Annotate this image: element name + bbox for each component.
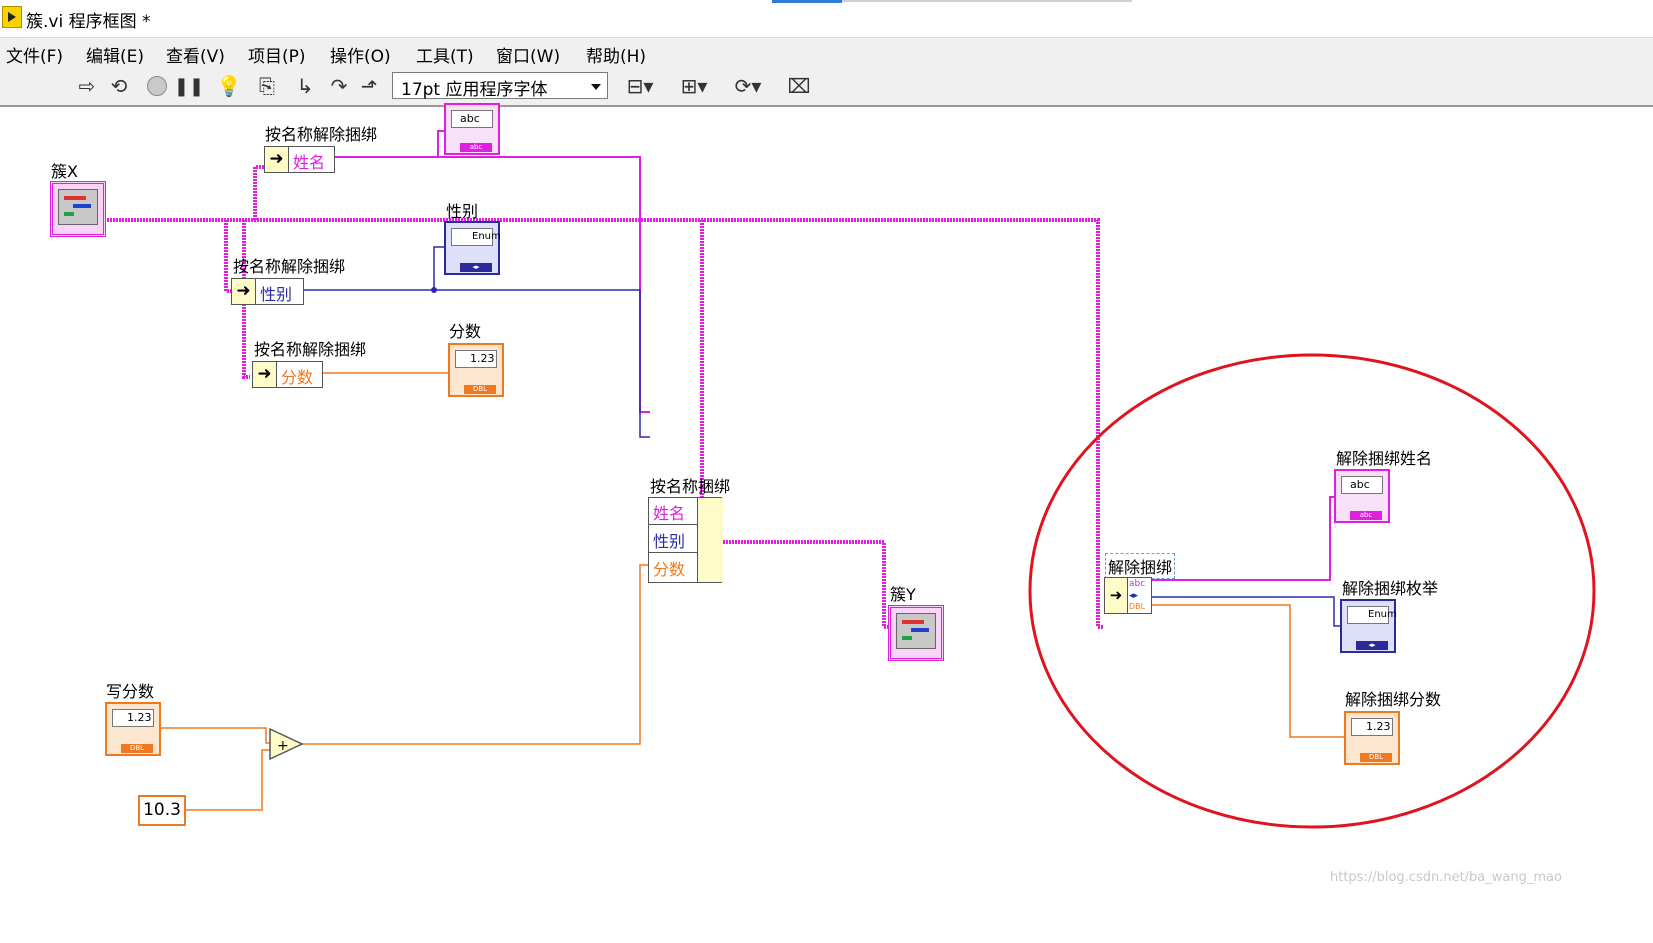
cluster-y-label: 簇Y <box>890 585 916 604</box>
unbundle-out-abc: abc <box>1129 579 1146 589</box>
cluster-x-control[interactable] <box>50 181 106 237</box>
dbl-tag: DBL <box>464 385 496 394</box>
abc-face: abc <box>1341 476 1383 494</box>
ubn2-label: 按名称解除捆绑 <box>233 257 346 276</box>
wire-layer: + <box>104 130 1596 829</box>
bundle-body <box>697 498 723 582</box>
bundle-field-name: 姓名 <box>649 498 697 525</box>
bundle-label: 按名称捆绑 <box>650 477 731 496</box>
unbundle-by-name-1[interactable]: ➜ 姓名 <box>264 146 335 173</box>
wire-junction <box>431 287 437 293</box>
enum-tag-icon: ◂▸ <box>460 263 492 272</box>
menu-operate[interactable]: 操作(O) <box>330 42 391 67</box>
enum-face: Enum <box>451 228 501 246</box>
menu-help[interactable]: 帮助(H) <box>586 42 646 67</box>
arrow-icon: ➜ <box>1105 578 1128 613</box>
out-score-indicator[interactable]: 1.23 DBL <box>1344 711 1400 765</box>
chevron-down-icon <box>591 84 601 90</box>
menu-edit[interactable]: 编辑(E) <box>86 42 144 67</box>
menu-window[interactable]: 窗口(W) <box>496 42 560 67</box>
num-face: 1.23 <box>112 709 154 727</box>
block-diagram[interactable]: + 簇X 按名称解除捆绑 ➜ 姓名 abc abc 性别 Enum ◂▸ 按名称… <box>0 103 1653 943</box>
highlight-execution-icon[interactable]: 💡 <box>216 73 242 99</box>
ubn1-field: 姓名 <box>293 153 326 172</box>
labview-vi-icon <box>2 6 22 28</box>
cluster-icon <box>58 189 98 225</box>
arrow-icon: ➜ <box>232 279 256 304</box>
gender-indicator[interactable]: Enum ◂▸ <box>444 221 501 275</box>
menu-tools[interactable]: 工具(T) <box>416 42 474 67</box>
enum-face: Enum <box>1347 606 1397 624</box>
retain-wire-values-icon[interactable]: ⎘ <box>254 73 280 99</box>
cluster-x-label: 簇X <box>51 162 78 181</box>
dbl-tag: DBL <box>1360 753 1392 762</box>
align-objects-icon[interactable]: ⊟▾ <box>622 73 658 99</box>
num-face: 1.23 <box>455 350 497 368</box>
out-enum-label: 解除捆绑枚举 <box>1342 579 1439 598</box>
out-name-indicator[interactable]: abc abc <box>1334 469 1390 523</box>
bundle-field-gender: 性别 <box>649 526 697 553</box>
font-select-value: 17pt 应用程序字体 <box>401 80 548 100</box>
ubn3-field: 分数 <box>281 368 314 387</box>
active-tab-indicator <box>772 0 842 3</box>
step-into-icon[interactable]: ↳ <box>292 73 318 99</box>
watermark: https://blog.csdn.net/ba_wang_mao <box>1330 870 1562 885</box>
num-face: 1.23 <box>1351 718 1393 736</box>
numeric-constant[interactable]: 10.3 <box>138 795 186 826</box>
out-name-label: 解除捆绑姓名 <box>1336 449 1433 468</box>
cluster-y-indicator[interactable] <box>888 605 944 661</box>
step-over-icon[interactable]: ↷ <box>326 73 352 99</box>
run-continuous-icon[interactable]: ⟲ <box>106 73 132 99</box>
ubn3-label: 按名称解除捆绑 <box>254 340 367 359</box>
run-arrow-icon[interactable]: ⇨ <box>74 73 100 99</box>
score-indicator[interactable]: 1.23 DBL <box>448 343 504 397</box>
dbl-tag: DBL <box>121 744 153 753</box>
reorder-icon[interactable]: ⟳▾ <box>730 73 766 99</box>
abc-tag: abc <box>460 143 492 152</box>
title-bar: 簇.vi 程序框图 * <box>0 0 1653 36</box>
distribute-objects-icon[interactable]: ⊞▾ <box>676 73 712 99</box>
ubn1-label: 按名称解除捆绑 <box>265 125 378 144</box>
menu-file[interactable]: 文件(F) <box>6 42 63 67</box>
ubn2-field: 性别 <box>260 285 293 304</box>
name-indicator-1[interactable]: abc abc <box>444 103 500 155</box>
unbundle-out-dbl: DBL <box>1129 602 1146 611</box>
enum-tag-icon: ◂▸ <box>1356 641 1388 650</box>
abc-tag: abc <box>1350 511 1382 520</box>
out-enum-indicator[interactable]: Enum ◂▸ <box>1340 599 1397 653</box>
step-out-icon[interactable]: ⬏ <box>356 73 382 99</box>
arrow-icon: ➜ <box>253 362 277 387</box>
pause-icon[interactable]: ❚❚ <box>174 73 204 99</box>
unbundle-node[interactable]: ➜ abc ◂▸ DBL <box>1104 577 1152 614</box>
cleanup-diagram-icon[interactable]: ⌧ <box>786 73 812 99</box>
tab-strip <box>842 0 1132 2</box>
add-plus-icon: + <box>277 738 289 754</box>
write-score-control[interactable]: 1.23 DBL <box>105 702 161 756</box>
bundle-field-score: 分数 <box>653 560 686 579</box>
abc-face: abc <box>451 110 493 128</box>
unbundle-by-name-2[interactable]: ➜ 性别 <box>231 278 304 305</box>
toolbar: ⇨ ⟲ ❚❚ 💡 ⎘ ↳ ↷ ⬏ 17pt 应用程序字体 ⊟▾ ⊞▾ ⟳▾ ⌧ <box>0 67 1653 107</box>
cluster-icon <box>896 613 936 649</box>
abort-icon[interactable] <box>144 73 170 99</box>
gender-indicator-label: 性别 <box>446 202 479 221</box>
unbundle-by-name-3[interactable]: ➜ 分数 <box>252 361 323 388</box>
write-score-label: 写分数 <box>106 682 155 701</box>
unbundle-label: 解除捆绑 <box>1105 553 1176 579</box>
font-select[interactable]: 17pt 应用程序字体 <box>392 72 608 100</box>
menu-view[interactable]: 查看(V) <box>166 42 225 67</box>
out-score-label: 解除捆绑分数 <box>1345 690 1442 709</box>
score-indicator-label: 分数 <box>449 322 482 341</box>
menu-bar: 文件(F) 编辑(E) 查看(V) 项目(P) 操作(O) 工具(T) 窗口(W… <box>0 37 1653 67</box>
bundle-by-name[interactable]: 姓名 性别 分数 <box>648 497 723 583</box>
menu-project[interactable]: 项目(P) <box>248 42 306 67</box>
window-title: 簇.vi 程序框图 * <box>26 12 151 32</box>
arrow-icon: ➜ <box>265 147 289 172</box>
unbundle-out-enum-icon: ◂▸ <box>1129 591 1139 601</box>
